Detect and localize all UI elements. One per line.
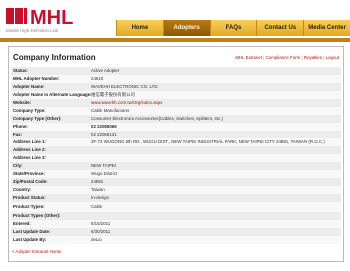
field-value: 6/30/2011 [91,228,111,234]
field-value [91,212,341,220]
field-value: Wugu District [91,171,118,177]
field-value: In-design [91,195,110,200]
field-value: Cable [91,203,103,209]
row-company-type-other: Company Type (Other): Consumer Electronic… [11,114,341,123]
row-product-types: Product Types: Cable [11,201,341,212]
field-label: Last Update Date: [13,228,51,234]
nav-tab-home[interactable]: Home [116,20,163,36]
separator: | [323,55,325,60]
field-label: Company Type (Other): [13,115,62,121]
field-value: Active Adopter [91,68,120,73]
mhl-logo[interactable]: MHL Mobile High-Definition Link [6,6,114,34]
field-value [91,146,341,154]
field-value: 02 22068131 [91,131,117,137]
field-label: Address Line 3: [13,155,46,161]
row-last-update-date: Last Update Date: 6/30/2011 [11,227,341,236]
field-value: 6/15/2011 [91,220,111,226]
row-country: Country: Taiwan [11,186,341,194]
website-link[interactable]: www.wavehh.com.tw/Org/index.aspx [91,99,341,107]
field-value: 24891 [91,179,104,185]
site-header: MHL Mobile High-Definition Link Home Ado… [0,0,350,38]
nav-tab-adopters[interactable]: Adopters [162,20,210,36]
field-value: 3F-73 WUGONG 6th RD., WUGU DIST., NEW TA… [91,139,325,145]
panel-header: Company Information MHL Extranet | Compl… [9,53,343,67]
field-label: Address Line 1: [13,139,46,145]
field-label: Status: [13,68,28,73]
field-label: Company Type: [13,107,46,113]
row-address-1: Address Line 1: 3F-73 WUGONG 6th RD., WUG… [11,138,341,147]
row-zip: Zip/Postal Code: 24891 [11,178,341,187]
row-status: Status: Active Adopter [11,67,341,75]
field-label: Zip/Postal Code: [13,179,48,185]
field-label: Adopter Name in Alternate Language: [13,91,91,97]
logout-link[interactable]: Logout [326,55,339,60]
row-adopter-number: MHL Adopter Number: 24610 [11,74,341,83]
row-address-2: Address Line 2: [11,146,341,155]
mhl-extranet-link[interactable]: MHL Extranet [235,55,262,60]
field-value: NEW TAIPEI [91,163,116,169]
field-label: Phone: [13,123,28,129]
field-label: Country: [13,187,32,193]
row-fax: Fax: 02 22068131 [11,130,341,139]
field-value: 維信電子股份有限公司 [91,91,135,97]
row-company-type: Company Type: Cable Manufacturer [11,106,341,115]
field-label: Adopter Name: [13,83,45,89]
royalties-link[interactable]: Royalties [304,55,322,60]
separator: | [263,55,265,60]
compliance-form-link[interactable]: Compliance Form [266,55,301,60]
row-last-update-by: Last Update By: deLio [11,235,341,244]
field-value: 24610 [91,75,104,81]
row-entered: Entered: 6/15/2011 [11,219,341,228]
page-title: Company Information [13,53,96,62]
row-adopter-name: Adopter Name: WAVEHH ELECTRONIC CO. LTD [11,82,341,91]
field-value: Consumer Electronics Accessories(Cables,… [91,115,224,121]
field-label: State/Province: [13,171,45,177]
row-city: City: NEW TAIPEI [11,162,341,171]
nav-tab-media-center[interactable]: Media Center [303,20,350,36]
field-label: Fax: [13,131,23,137]
logo-tagline: Mobile High-Definition Link [6,28,59,33]
row-website: Website: www.wavehh.com.tw/Org/index.aspx [11,98,341,107]
field-label: Last Update By: [13,236,47,242]
field-value [91,154,341,162]
company-info-table: Status: Active Adopter MHL Adopter Number… [11,67,341,244]
field-label: Address Line 2: [13,147,46,153]
field-value: deLio [91,236,102,242]
field-value: WAVEHH ELECTRONIC CO. LTD [91,83,158,89]
field-label: Website: [13,99,32,105]
field-label: Product Types: [13,203,45,209]
field-label: Product Status: [13,195,46,200]
company-info-panel: Company Information MHL Extranet | Compl… [8,46,344,262]
field-value: Taiwan [91,187,105,193]
field-label: Product Types (Other): [13,212,61,218]
field-value: 02 22088066 [91,123,117,129]
row-state: State/Province: Wugu District [11,170,341,179]
field-label: City: [13,163,23,169]
logo-text: MHL [30,7,73,29]
row-address-3: Address Line 3: [11,154,341,163]
adopter-extranet-home-link[interactable]: < Adopter Extranet Home [12,249,61,254]
nav-tab-faqs[interactable]: FAQs [209,20,257,36]
field-label: Entered: [13,220,31,226]
field-value: Cable Manufacturer [91,107,130,113]
row-phone: Phone: 02 22088066 [11,122,341,131]
nav-tab-contact-us[interactable]: Contact Us [256,20,304,36]
row-product-status: Product Status: In-design [11,194,341,202]
row-adopter-name-alt: Adopter Name in Alternate Language: 維信電子股… [11,90,341,99]
field-label: MHL Adopter Number: [13,75,60,81]
main-nav: Home Adopters FAQs Contact Us Media Cent… [116,20,350,36]
separator: | [301,55,303,60]
top-links: MHL Extranet | Compliance Form | Royalti… [235,55,339,60]
header-divider [0,38,350,42]
row-product-types-other: Product Types (Other): [11,211,341,220]
